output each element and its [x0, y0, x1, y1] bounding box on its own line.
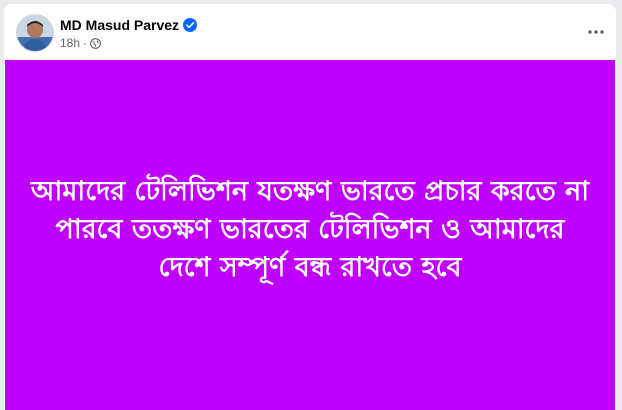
- post-background[interactable]: আমাদের টেলিভিশন যতক্ষণ ভারতে প্রচার করতে…: [5, 60, 615, 410]
- author-avatar[interactable]: [16, 14, 54, 52]
- post-text: আমাদের টেলিভিশন যতক্ষণ ভারতে প্রচার করতে…: [30, 176, 590, 283]
- avatar-image: [17, 15, 53, 51]
- feed-post-card: MD Masud Parvez 18h · আমাদের টেলিভিশন যত…: [4, 4, 616, 410]
- post-meta: 18h ·: [60, 35, 101, 51]
- post-timestamp[interactable]: 18h: [60, 36, 80, 50]
- author-name[interactable]: MD Masud Parvez: [60, 17, 179, 33]
- more-options-button[interactable]: [584, 20, 608, 44]
- meta-separator: ·: [83, 36, 88, 50]
- globe-icon[interactable]: [90, 37, 101, 49]
- verified-badge-icon: [183, 18, 198, 32]
- author-line: MD Masud Parvez: [60, 16, 198, 34]
- more-options-icon: [588, 30, 604, 34]
- post-header: MD Masud Parvez 18h ·: [4, 4, 616, 60]
